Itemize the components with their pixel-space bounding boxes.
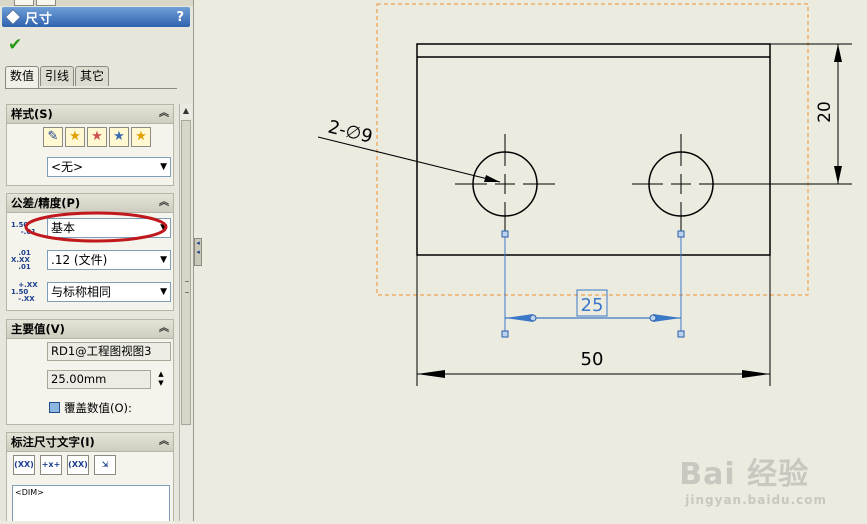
drawing-sheet[interactable]: 2-∅9 20 50 25: [202, 0, 867, 521]
style-select[interactable]: <无> ▼: [47, 157, 171, 177]
inspection-icon: (XX): [68, 460, 88, 469]
collapse-icon[interactable]: ︽: [159, 433, 169, 451]
chevron-down-icon: ▼: [160, 223, 167, 233]
tolerance-precision-select[interactable]: 与标称相同 ▼: [47, 282, 171, 302]
panel-scrollbar[interactable]: ▲: [179, 104, 192, 521]
chevron-down-icon: ▼: [160, 255, 167, 265]
tab-other[interactable]: 其它: [75, 66, 110, 86]
hole-callout-leader[interactable]: [317, 136, 501, 183]
property-manager-tab[interactable]: [36, 0, 56, 6]
chevron-down-icon: ▼: [160, 287, 167, 297]
star-plus-icon: ★: [69, 129, 81, 144]
parentheses-icon: (XX): [14, 460, 34, 469]
primary-precision-select[interactable]: .12 (文件) ▼: [47, 250, 171, 270]
dimension-text-group: 标注尺寸文字(I) ︽ (XX) +x+ (XX) ⇲ <DIM>: [6, 432, 174, 521]
style-group: 样式(S) ︽ ✎ ★ ★ ★ ★ <无> ▼: [6, 104, 174, 186]
tolerance-precision-value: 与标称相同: [51, 285, 112, 299]
apply-default-style-button[interactable]: ✎: [43, 127, 63, 147]
view-boundary: [376, 3, 809, 296]
override-value-checkbox[interactable]: [49, 402, 60, 413]
primary-value-group-title: 主要值(V): [11, 322, 65, 336]
center-dimension-button[interactable]: +x+: [40, 455, 62, 475]
hole-right[interactable]: [632, 134, 852, 234]
manager-tabs: [0, 0, 193, 6]
tolerance-type-select[interactable]: 基本 ▼: [47, 218, 171, 238]
scroll-up-icon[interactable]: ▲: [180, 104, 192, 118]
panel-tabs: 数值 引线 其它: [5, 66, 110, 88]
primary-value-group-header[interactable]: 主要值(V) ︽: [7, 320, 173, 339]
dim-20-arrow-top: [834, 44, 842, 62]
collapse-icon[interactable]: ︽: [159, 194, 169, 212]
hole-left[interactable]: [455, 134, 555, 234]
panel-header: 尺寸 ?: [2, 7, 190, 27]
drawing-canvas[interactable]: 2-∅9 20 50 25 Bai 经验 jingyan.baidu.com: [202, 0, 867, 521]
tolerance-group-title: 公差/精度(P): [11, 196, 81, 210]
dimension-name-field[interactable]: RD1@工程图视图3: [47, 342, 171, 361]
style-default-icon: ✎: [47, 129, 59, 144]
delete-style-button[interactable]: ★: [87, 127, 107, 147]
style-group-title: 样式(S): [11, 107, 53, 121]
tolerance-precision-group: 公差/精度(P) ︽ 1.50 -.01 基本 ▼ .01 X.XX .01 .1…: [6, 193, 174, 311]
panel-title: 尺寸: [25, 11, 54, 27]
tolerance-precision-icon: +.XX 1.50 -.XX: [11, 281, 38, 303]
style-select-value: <无>: [51, 160, 84, 174]
leader-arrow: [484, 175, 500, 182]
watermark-brand: Bai 经验: [679, 457, 810, 492]
panel-splitter[interactable]: ◂ ◂: [194, 238, 202, 266]
chevron-down-icon: ▼: [160, 162, 167, 172]
dimension-text-group-title: 标注尺寸文字(I): [11, 435, 95, 449]
ok-check-icon[interactable]: ✔: [8, 35, 22, 55]
dim-50-arrow-left: [417, 370, 445, 378]
primary-precision-icon: .01 X.XX .01: [11, 249, 31, 271]
dim-50-text[interactable]: 50: [581, 349, 604, 370]
tolerance-group-header[interactable]: 公差/精度(P) ︽: [7, 194, 173, 213]
dimension-icon: [5, 9, 21, 25]
dimension-value-field[interactable]: 25.00mm: [47, 370, 151, 389]
save-style-button[interactable]: ★: [109, 127, 129, 147]
feature-manager-tab[interactable]: [14, 0, 34, 6]
star-save-icon: ★: [113, 129, 125, 144]
style-group-header[interactable]: 样式(S) ︽: [7, 105, 173, 124]
dim-20-text[interactable]: 20: [815, 101, 835, 123]
primary-value-group: 主要值(V) ︽ RD1@工程图视图3 25.00mm ▲ ▼ 覆盖数值(O):: [6, 319, 174, 425]
dim-50-arrow-right: [742, 370, 770, 378]
watermark-url: jingyan.baidu.com: [685, 493, 827, 507]
parentheses-button[interactable]: (XX): [13, 455, 35, 475]
inspection-dimension-button[interactable]: (XX): [67, 455, 89, 475]
dim-25-text[interactable]: 25: [581, 295, 604, 316]
help-icon[interactable]: ?: [176, 10, 184, 25]
star-load-icon: ★: [135, 129, 147, 144]
collapse-icon[interactable]: ︽: [159, 320, 169, 338]
value-spinner[interactable]: ▲ ▼: [155, 370, 167, 389]
tolerance-type-icon: 1.50 -.01: [11, 221, 37, 236]
tab-leaders[interactable]: 引线: [40, 66, 75, 86]
part-outline[interactable]: [416, 43, 771, 256]
offset-text-button[interactable]: ⇲: [94, 455, 116, 475]
offset-text-icon: ⇲: [101, 460, 109, 469]
override-value-label: 覆盖数值(O):: [64, 401, 132, 415]
star-x-icon: ★: [91, 129, 103, 144]
watermark: Bai 经验 jingyan.baidu.com: [679, 449, 827, 507]
add-style-button[interactable]: ★: [65, 127, 85, 147]
property-manager-panel: 尺寸 ? ✔ 数值 引线 其它 ▲ 样式(S) ︽ ✎ ★ ★ ★ ★ <无> …: [0, 0, 194, 521]
hole-callout-text[interactable]: 2-∅9: [326, 116, 375, 147]
dimension-text-group-header[interactable]: 标注尺寸文字(I) ︽: [7, 433, 173, 452]
dimension-text-input[interactable]: <DIM>: [12, 485, 170, 521]
dim-20-arrow-bottom: [834, 166, 842, 184]
scroll-thumb[interactable]: [181, 120, 191, 425]
tab-divider: [5, 88, 177, 89]
tab-value[interactable]: 数值: [5, 66, 40, 88]
collapse-icon[interactable]: ︽: [159, 105, 169, 123]
primary-precision-value: .12 (文件): [51, 253, 108, 267]
load-style-button[interactable]: ★: [131, 127, 151, 147]
center-dimension-icon: +x+: [41, 460, 61, 469]
tolerance-type-value: 基本: [51, 221, 76, 235]
grip-icon: [185, 281, 189, 293]
